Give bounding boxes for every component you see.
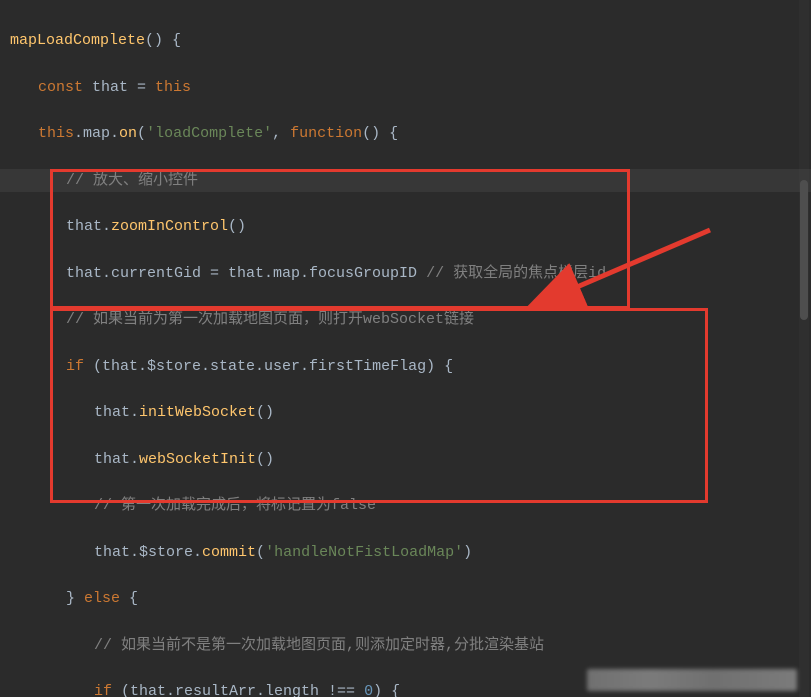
code-line: this.map.on('loadComplete', function() {: [10, 122, 811, 145]
code-line: // 如果当前不是第一次加载地图页面,则添加定时器,分批渲染基站: [10, 634, 811, 657]
code-line: that.initWebSocket(): [10, 401, 811, 424]
scrollbar-thumb[interactable]: [800, 180, 808, 320]
code-line: // 第一次加载完成后，将标记置为false: [10, 494, 811, 517]
code-line: if (that.$store.state.user.firstTimeFlag…: [10, 355, 811, 378]
watermark-blur: [587, 669, 797, 691]
scrollbar[interactable]: [799, 0, 809, 697]
code-line: mapLoadComplete() {: [10, 29, 811, 52]
code-line: that.$store.commit('handleNotFistLoadMap…: [10, 541, 811, 564]
code-line: // 如果当前为第一次加载地图页面，则打开webSocket链接: [10, 308, 811, 331]
code-line: // 放大、缩小控件: [10, 169, 811, 192]
code-line: that.zoomInControl(): [10, 215, 811, 238]
code-line: that.webSocketInit(): [10, 448, 811, 471]
code-line: that.currentGid = that.map.focusGroupID …: [10, 262, 811, 285]
code-line: } else {: [10, 587, 811, 610]
code-line: const that = this: [10, 76, 811, 99]
code-editor[interactable]: mapLoadComplete() { const that = this th…: [0, 0, 811, 697]
